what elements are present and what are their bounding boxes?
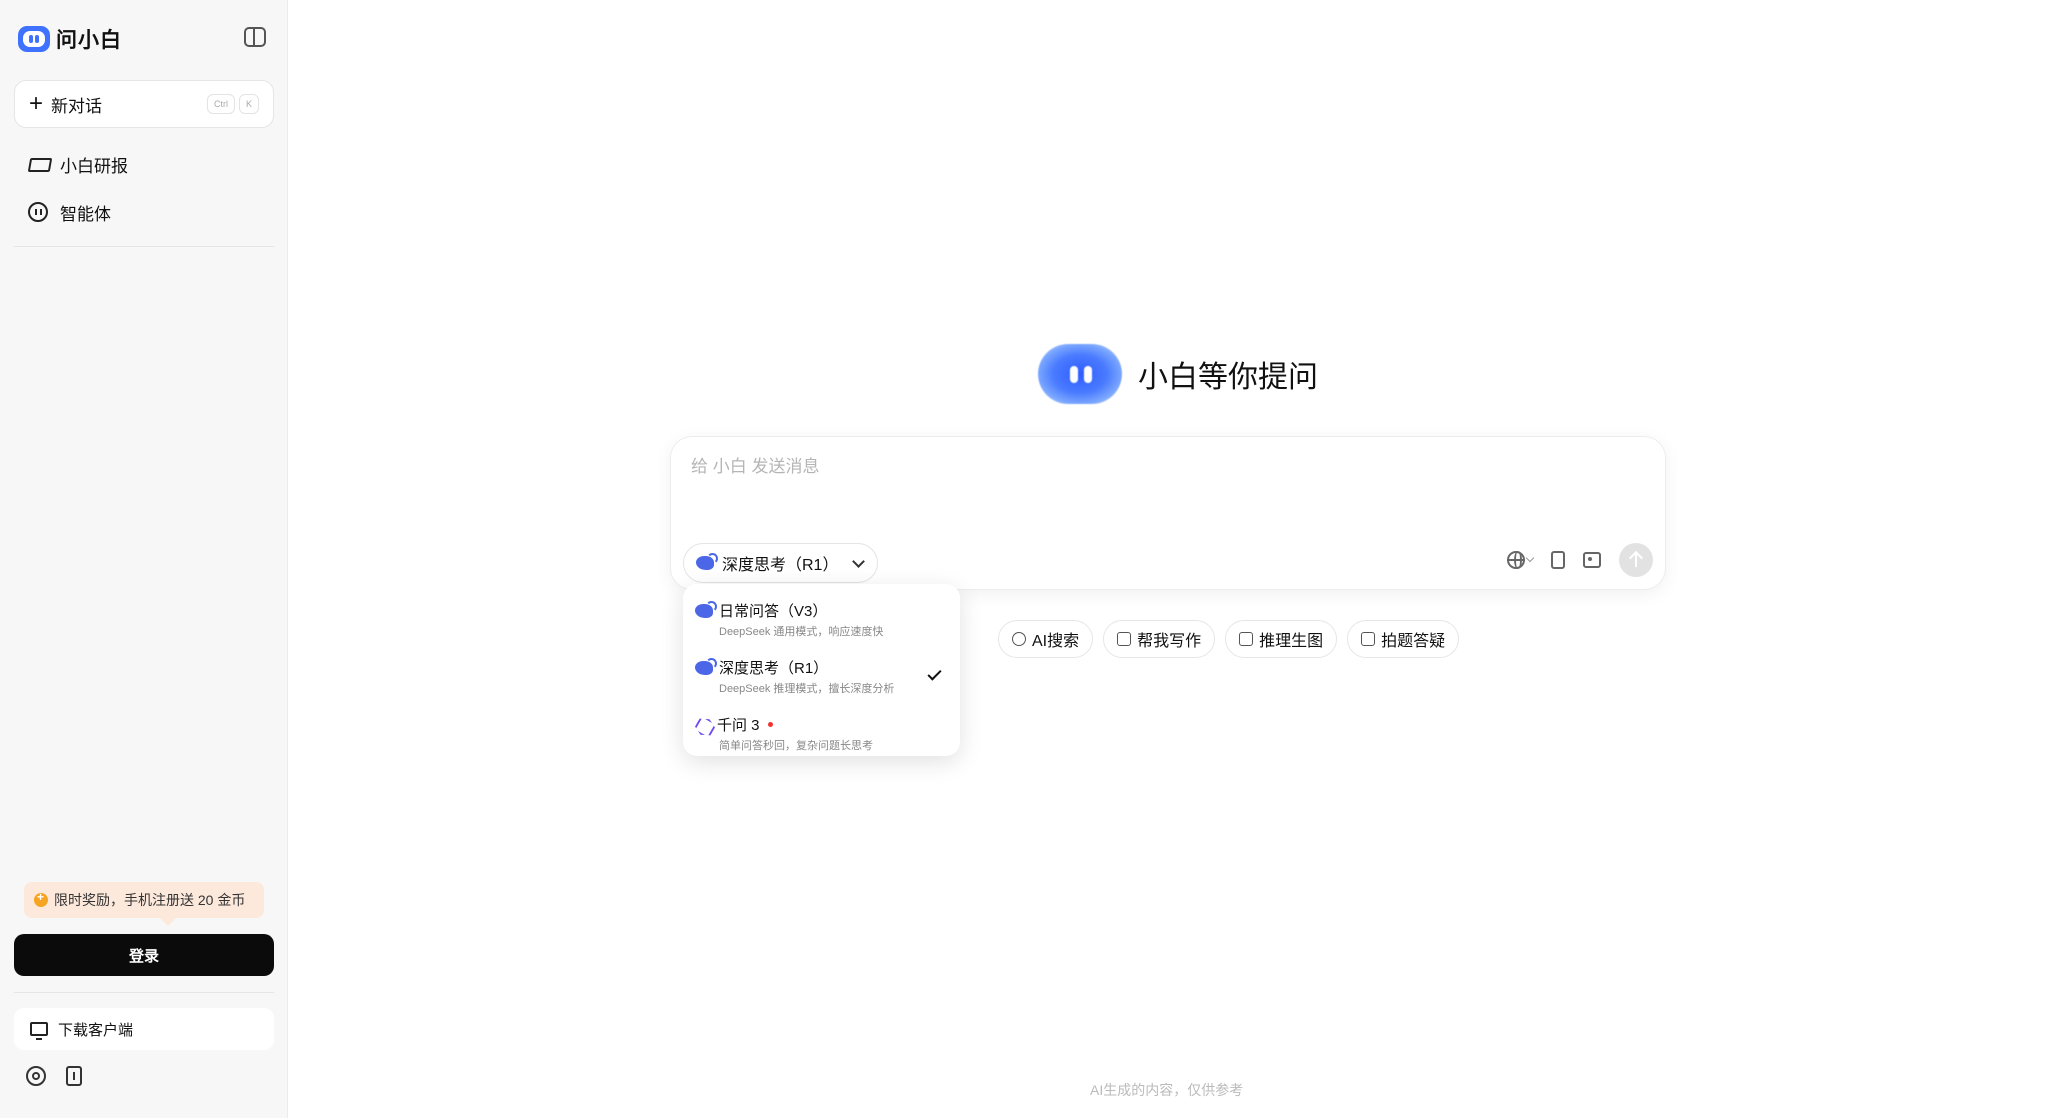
globe-icon	[1507, 551, 1525, 569]
model-selector[interactable]: 深度思考（R1）	[683, 543, 879, 583]
chip-label: 推理生图	[1259, 633, 1324, 650]
model-option-r1[interactable]: 深度思考（R1） DeepSeek 推理模式，擅长深度分析	[683, 649, 960, 706]
shortcut-key-ctrl: Ctrl	[206, 94, 235, 114]
coin-icon	[34, 890, 48, 907]
model-option-label: 深度思考（R1）	[719, 660, 829, 677]
sidebar-footer-icons	[26, 1066, 82, 1086]
chip-writing[interactable]: 帮我写作	[1103, 620, 1216, 658]
sidebar-item-agents[interactable]: 智能体	[14, 190, 274, 234]
web-search-toggle[interactable]	[1507, 551, 1535, 569]
sidebar-toggle-icon[interactable]	[244, 27, 266, 47]
sidebar-item-label: 智能体	[60, 204, 111, 224]
suggestion-chips: AI搜索 帮我写作 推理生图 拍题答疑	[998, 620, 1460, 658]
disclaimer: AI生成的内容，仅供参考	[1090, 1082, 1244, 1098]
qwen-icon	[695, 717, 711, 733]
sidebar: 问小白 + 新对话 Ctrl K 小白研报 智能体 限时奖励，手机注册送 20 …	[0, 0, 288, 1118]
chat-icon	[1361, 632, 1376, 646]
shortcut-hint: Ctrl K	[206, 94, 259, 114]
download-label: 下载客户端	[58, 1021, 134, 1039]
promo-banner: 限时奖励，手机注册送 20 金币	[24, 882, 264, 926]
composer-tools	[1507, 543, 1653, 577]
plus-icon: +	[29, 90, 44, 117]
model-option-label: 千问 3	[717, 717, 760, 734]
model-option-label: 日常问答（V3）	[719, 603, 828, 620]
agent-icon	[28, 202, 48, 222]
deepseek-icon	[696, 553, 718, 570]
settings-icon[interactable]	[26, 1066, 46, 1086]
message-composer: 深度思考（R1）	[670, 436, 1666, 590]
promo-text: 限时奖励，手机注册送 20 金币	[54, 892, 246, 908]
chip-label: AI搜索	[1032, 633, 1080, 650]
mascot-icon	[1038, 344, 1122, 404]
export-icon[interactable]	[66, 1066, 82, 1086]
monitor-icon	[30, 1022, 48, 1040]
model-option-v3[interactable]: 日常问答（V3） DeepSeek 通用模式，响应速度快	[683, 592, 960, 649]
chevron-down-icon	[1525, 553, 1535, 563]
upload-image-icon[interactable]	[1583, 552, 1601, 568]
download-client-button[interactable]: 下载客户端	[14, 1008, 274, 1050]
new-chat-button[interactable]: + 新对话 Ctrl K	[14, 80, 274, 128]
deepseek-icon	[695, 657, 717, 675]
model-dropdown: 日常问答（V3） DeepSeek 通用模式，响应速度快 深度思考（R1） De…	[683, 584, 960, 756]
edit-icon	[1117, 632, 1132, 646]
sidebar-divider	[14, 992, 274, 993]
brand-logo-icon	[18, 26, 50, 52]
image-icon	[1239, 632, 1254, 646]
model-option-qwen3[interactable]: 千问 3 简单问答秒回，复杂问题长思考	[683, 706, 960, 763]
sidebar-item-label: 小白研报	[60, 156, 128, 176]
sidebar-item-research[interactable]: 小白研报	[14, 142, 274, 186]
login-button[interactable]: 登录	[14, 934, 274, 976]
chip-photo-qa[interactable]: 拍题答疑	[1347, 620, 1460, 658]
chip-ai-search[interactable]: AI搜索	[998, 620, 1094, 658]
deepseek-icon	[695, 600, 717, 618]
chevron-down-icon	[852, 554, 866, 568]
shortcut-key-k: K	[238, 94, 259, 114]
message-input[interactable]	[691, 457, 1641, 477]
chip-label: 拍题答疑	[1381, 633, 1446, 650]
selected-model-label: 深度思考（R1）	[722, 557, 839, 574]
chip-image-gen[interactable]: 推理生图	[1225, 620, 1338, 658]
sidebar-divider	[14, 246, 274, 247]
graduation-cap-icon	[28, 154, 48, 174]
attach-file-icon[interactable]	[1551, 551, 1565, 569]
hero: 小白等你提问	[1038, 344, 1318, 404]
brand-name: 问小白	[56, 29, 122, 52]
search-icon	[1012, 632, 1026, 646]
new-chat-label: 新对话	[51, 96, 103, 116]
model-option-desc: 简单问答秒回，复杂问题长思考	[719, 740, 873, 752]
model-option-desc: DeepSeek 通用模式，响应速度快	[719, 626, 884, 638]
chip-label: 帮我写作	[1137, 633, 1202, 650]
hero-title: 小白等你提问	[1138, 361, 1318, 394]
brand[interactable]: 问小白	[18, 24, 122, 54]
new-badge-dot	[767, 722, 773, 727]
send-button[interactable]	[1619, 543, 1653, 577]
model-option-desc: DeepSeek 推理模式，擅长深度分析	[719, 683, 895, 695]
